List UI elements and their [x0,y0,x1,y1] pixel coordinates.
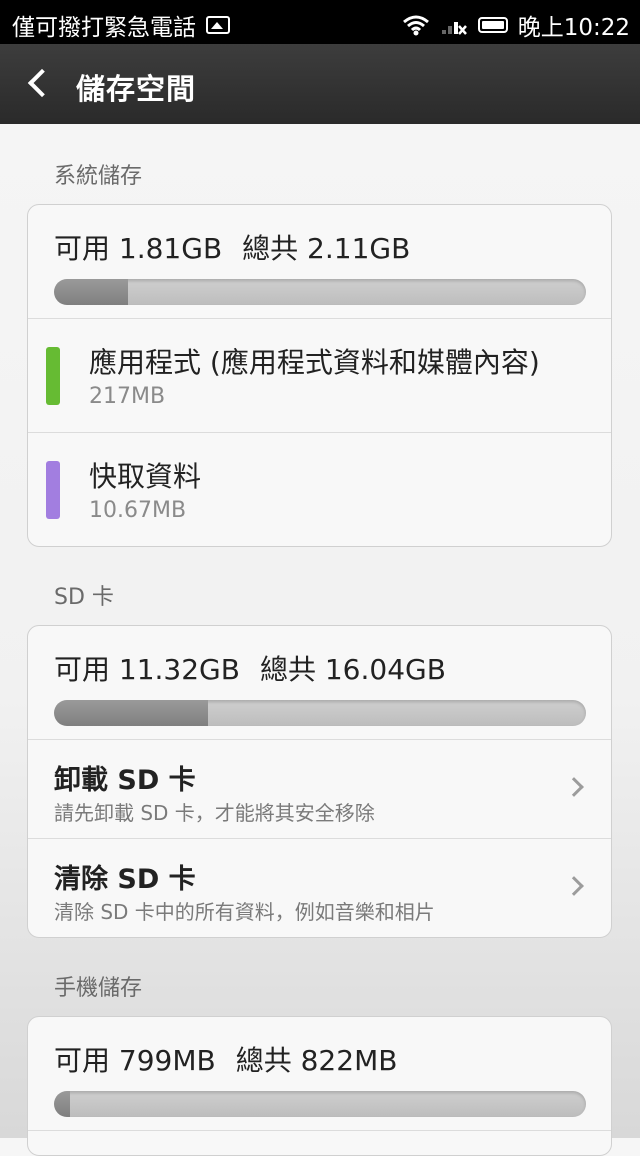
phone-total: 總共 822MB [235,1044,398,1077]
section-label-phone: 手機儲存 [54,976,143,1001]
system-storage-summary: 可用 1.81GB 總共 2.11GB [28,205,611,319]
sd-usage-fill [54,700,209,726]
action-title: 卸載 SD 卡 [54,765,196,796]
title-bar: 儲存空間 [0,44,640,124]
chevron-right-icon [564,876,584,896]
status-bar: 僅可撥打緊急電話 晚上10:22 [0,0,640,44]
cache-color-swatch [46,461,60,519]
action-description: 請先卸載 SD 卡，才能將其安全移除 [54,801,375,825]
unmount-sd-button[interactable]: 卸載 SD 卡 請先卸載 SD 卡，才能將其安全移除 [28,740,611,839]
sd-storage-text: 可用 11.32GB 總共 16.04GB [54,648,446,688]
storage-item-size: 217MB [89,384,166,409]
phone-storage-text: 可用 799MB 總共 822MB [54,1039,397,1079]
system-storage-text: 可用 1.81GB 總共 2.11GB [54,227,410,267]
apps-color-swatch [46,347,60,405]
sd-usage-bar [54,700,586,726]
chevron-right-icon [564,777,584,797]
storage-item-name: 應用程式 (應用程式資料和媒體內容) [89,346,540,379]
action-title: 清除 SD 卡 [54,864,196,895]
sd-total: 總共 16.04GB [259,653,446,686]
status-time: 晚上10:22 [517,15,630,41]
phone-storage-card: 可用 799MB 總共 822MB [27,1016,612,1156]
signal-icon [441,22,467,35]
phone-storage-summary: 可用 799MB 總共 822MB [28,1017,611,1131]
storage-item-apps[interactable]: 應用程式 (應用程式資料和媒體內容) 217MB [28,319,611,433]
action-description: 清除 SD 卡中的所有資料，例如音樂和相片 [54,900,435,924]
section-label-system: 系統儲存 [54,164,143,189]
back-button[interactable] [18,60,62,108]
system-usage-bar [54,279,586,305]
status-left: 僅可撥打緊急電話 [12,8,230,42]
system-available: 可用 1.81GB [54,232,223,265]
sd-available: 可用 11.32GB [54,653,240,686]
sd-storage-summary: 可用 11.32GB 總共 16.04GB [28,626,611,740]
sd-card-card: 可用 11.32GB 總共 16.04GB 卸載 SD 卡 請先卸載 SD 卡，才… [27,625,612,938]
wifi-icon [402,15,429,36]
phone-usage-fill [54,1091,70,1117]
storage-item-name: 快取資料 [89,460,202,493]
erase-sd-button[interactable]: 清除 SD 卡 清除 SD 卡中的所有資料，例如音樂和相片 [28,839,611,937]
page-title: 儲存空間 [76,72,197,106]
image-icon [206,16,230,34]
phone-available: 可用 799MB [54,1044,216,1077]
storage-item-size: 10.67MB [89,498,187,523]
carrier-text: 僅可撥打緊急電話 [12,15,196,41]
battery-icon [477,17,508,33]
system-storage-card: 可用 1.81GB 總共 2.11GB 應用程式 (應用程式資料和媒體內容) 21… [27,204,612,547]
section-label-sd: SD 卡 [54,585,114,610]
phone-usage-bar [54,1091,586,1117]
storage-item-cache[interactable]: 快取資料 10.67MB [28,433,611,546]
system-total: 總共 2.11GB [242,232,411,265]
status-right: 晚上10:22 [402,8,630,42]
system-usage-fill [54,279,129,305]
